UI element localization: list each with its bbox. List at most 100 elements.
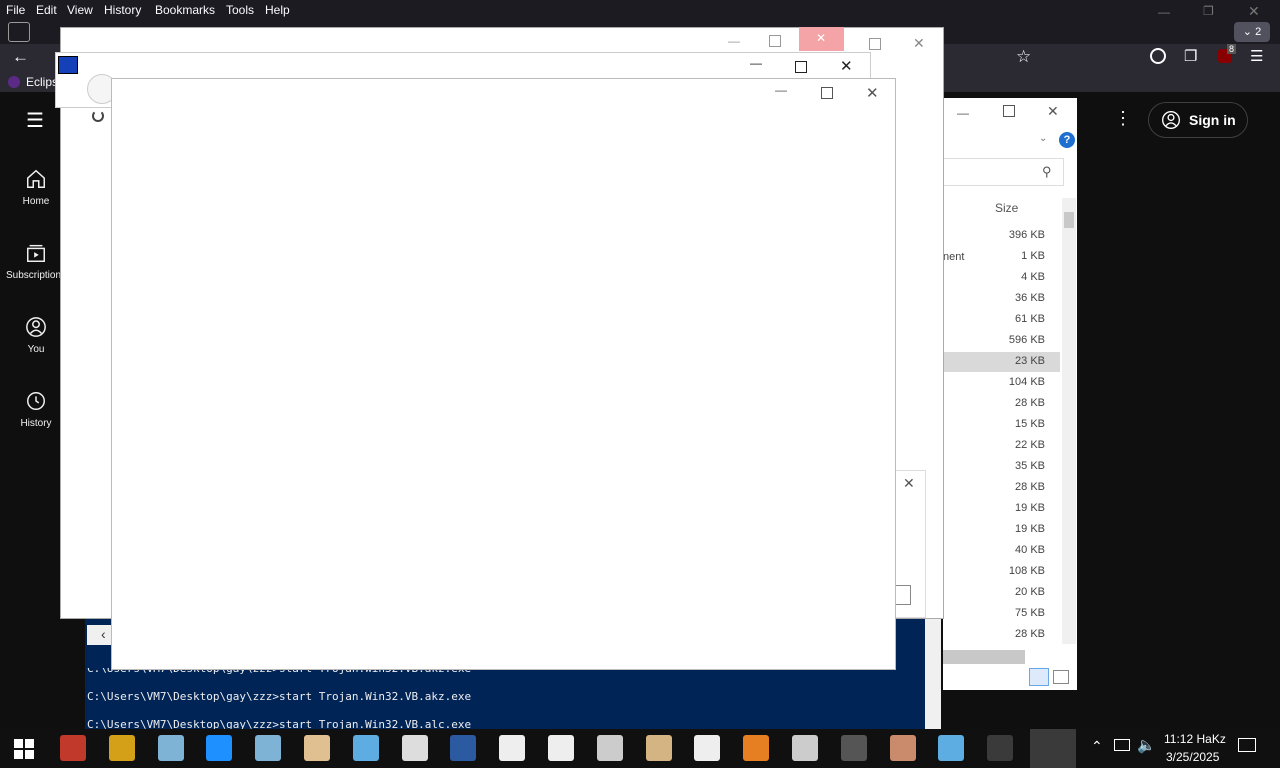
- extensions-icon[interactable]: ❐: [1184, 47, 1197, 65]
- powershell-icon[interactable]: [450, 735, 477, 761]
- file-size-cell[interactable]: 23 KB: [1015, 355, 1045, 367]
- file-size-cell[interactable]: 35 KB: [1015, 460, 1045, 472]
- window-icon[interactable]: [596, 735, 623, 761]
- guide-menu-icon[interactable]: ☰: [26, 108, 44, 133]
- bg2-maximize-icon[interactable]: [869, 38, 881, 50]
- explorer-minimize-icon[interactable]: —: [957, 106, 969, 120]
- restore-icon[interactable]: ❐: [1203, 4, 1214, 18]
- menu-view[interactable]: View: [67, 3, 93, 17]
- file-size-cell[interactable]: 104 KB: [1009, 376, 1045, 388]
- active-taskbar-slot[interactable]: [1030, 729, 1076, 768]
- account-icon[interactable]: [1150, 48, 1166, 64]
- bg1-close-icon: ✕: [816, 31, 827, 45]
- notepad-icon[interactable]: [157, 735, 184, 761]
- action-center-icon[interactable]: [1238, 738, 1256, 752]
- hscroll-left-button[interactable]: ‹: [87, 625, 111, 645]
- computer-icon[interactable]: [938, 735, 965, 761]
- blank-maximize-icon[interactable]: [821, 87, 833, 99]
- dialog-close-icon[interactable]: ✕: [903, 475, 915, 492]
- scrollbar-thumb[interactable]: [1064, 212, 1074, 228]
- internet-explorer-icon[interactable]: [206, 735, 233, 761]
- file-size-cell[interactable]: 596 KB: [1009, 334, 1045, 346]
- file-size-cell[interactable]: 28 KB: [1015, 481, 1045, 493]
- vertical-scrollbar[interactable]: [1062, 198, 1076, 644]
- minimize-icon[interactable]: —: [1158, 5, 1170, 19]
- explorer-close-icon[interactable]: ✕: [1047, 103, 1059, 120]
- tab-manager-icon[interactable]: [8, 22, 30, 42]
- file-size-cell[interactable]: 4 KB: [1021, 271, 1045, 283]
- notepad2-icon[interactable]: [255, 735, 282, 761]
- blank-minimize-icon[interactable]: —: [775, 83, 787, 97]
- more-options-icon[interactable]: ⋮: [1114, 108, 1132, 129]
- explorer-search-box[interactable]: ⚲: [943, 158, 1064, 186]
- mc-icon[interactable]: [840, 735, 867, 761]
- file-size-cell[interactable]: 75 KB: [1015, 607, 1045, 619]
- behind-maximize-icon[interactable]: [795, 61, 807, 73]
- window2-icon[interactable]: [792, 735, 818, 761]
- menu-bookmarks[interactable]: Bookmarks: [155, 3, 215, 17]
- tray-date[interactable]: 3/25/2025: [1166, 750, 1219, 764]
- sign-in-button[interactable]: Sign in: [1148, 102, 1248, 138]
- bg1-maximize-icon[interactable]: [769, 35, 781, 47]
- file-size-cell[interactable]: 28 KB: [1015, 628, 1045, 640]
- control-panel-icon[interactable]: [352, 735, 379, 761]
- file-size-cell[interactable]: 36 KB: [1015, 292, 1045, 304]
- menu-history[interactable]: History: [104, 3, 141, 17]
- settings-icon[interactable]: [401, 735, 428, 761]
- calculator-icon[interactable]: [645, 735, 672, 761]
- list-all-tabs-button[interactable]: ⌄ 2: [1234, 22, 1270, 42]
- file-size-cell[interactable]: 1 KB: [1021, 250, 1045, 262]
- hamburger-menu-icon[interactable]: ☰: [1250, 47, 1263, 65]
- network-icon[interactable]: [1114, 739, 1130, 751]
- file-size-cell[interactable]: 61 KB: [1015, 313, 1045, 325]
- start-icon[interactable]: [14, 739, 34, 759]
- bg2-close-icon[interactable]: ✕: [913, 35, 925, 52]
- behind-minimize-icon[interactable]: —: [750, 56, 762, 70]
- folder-icon[interactable]: [499, 735, 526, 761]
- size-column: 396 KB 1 KB 4 KB 36 KB 61 KB 596 KB 23 KB 104 K…: [943, 229, 1061, 649]
- character-icon[interactable]: [889, 735, 916, 761]
- dialog-button[interactable]: [895, 585, 911, 605]
- close-icon[interactable]: ✕: [1248, 3, 1260, 20]
- bg1-minimize-icon[interactable]: —: [728, 34, 740, 48]
- large-icons-view-icon[interactable]: [1053, 670, 1069, 684]
- file-size-cell[interactable]: 15 KB: [1015, 418, 1045, 430]
- folder3-icon[interactable]: [694, 735, 721, 761]
- folder2-icon[interactable]: [548, 735, 574, 761]
- behind-close-icon[interactable]: ✕: [840, 57, 853, 75]
- game-icon[interactable]: [743, 735, 770, 761]
- winrar-icon[interactable]: [60, 735, 86, 761]
- back-arrow-icon[interactable]: ←: [12, 47, 29, 67]
- file-size-cell[interactable]: 108 KB: [1009, 565, 1045, 577]
- menu-edit[interactable]: Edit: [36, 3, 57, 17]
- menu-help[interactable]: Help: [265, 3, 290, 17]
- volume-muted-icon[interactable]: 🔈: [1137, 736, 1156, 754]
- file-size-cell[interactable]: 19 KB: [1015, 523, 1045, 535]
- file-size-cell[interactable]: 40 KB: [1015, 544, 1045, 556]
- bookmark-eclipse[interactable]: Eclips: [26, 75, 58, 89]
- explorer-maximize-icon[interactable]: [1003, 105, 1015, 117]
- horizontal-scrollbar-thumb[interactable]: [943, 650, 1025, 664]
- tray-time[interactable]: 11:12 HaKz: [1164, 732, 1226, 746]
- file-size-cell[interactable]: 20 KB: [1015, 586, 1045, 598]
- ribbon-expand-icon[interactable]: ⌄: [1039, 133, 1047, 144]
- scroll-left-icon: ‹: [101, 626, 106, 642]
- file-size-cell[interactable]: 22 KB: [1015, 439, 1045, 451]
- menu-tools[interactable]: Tools: [226, 3, 254, 17]
- file-size-cell[interactable]: 19 KB: [1015, 502, 1045, 514]
- file-size-cell[interactable]: 28 KB: [1015, 397, 1045, 409]
- user-circle-icon: [1162, 111, 1180, 129]
- show-hidden-icons-icon[interactable]: ⌃: [1091, 738, 1103, 755]
- bookmark-star-icon[interactable]: ☆: [1016, 47, 1031, 67]
- blank-window[interactable]: [111, 78, 896, 670]
- bg1-close-button[interactable]: ✕: [799, 27, 844, 51]
- blank-app-icon[interactable]: [987, 735, 1014, 761]
- help-icon[interactable]: ?: [1059, 132, 1075, 148]
- paint-icon[interactable]: [304, 735, 330, 761]
- details-view-icon[interactable]: [1029, 668, 1049, 686]
- file-size-cell[interactable]: 396 KB: [1009, 229, 1045, 241]
- blank-close-icon[interactable]: ✕: [866, 84, 879, 102]
- explorer-folder-icon[interactable]: [108, 735, 135, 761]
- column-header-size[interactable]: Size: [995, 201, 1018, 215]
- menu-file[interactable]: File: [6, 3, 25, 17]
